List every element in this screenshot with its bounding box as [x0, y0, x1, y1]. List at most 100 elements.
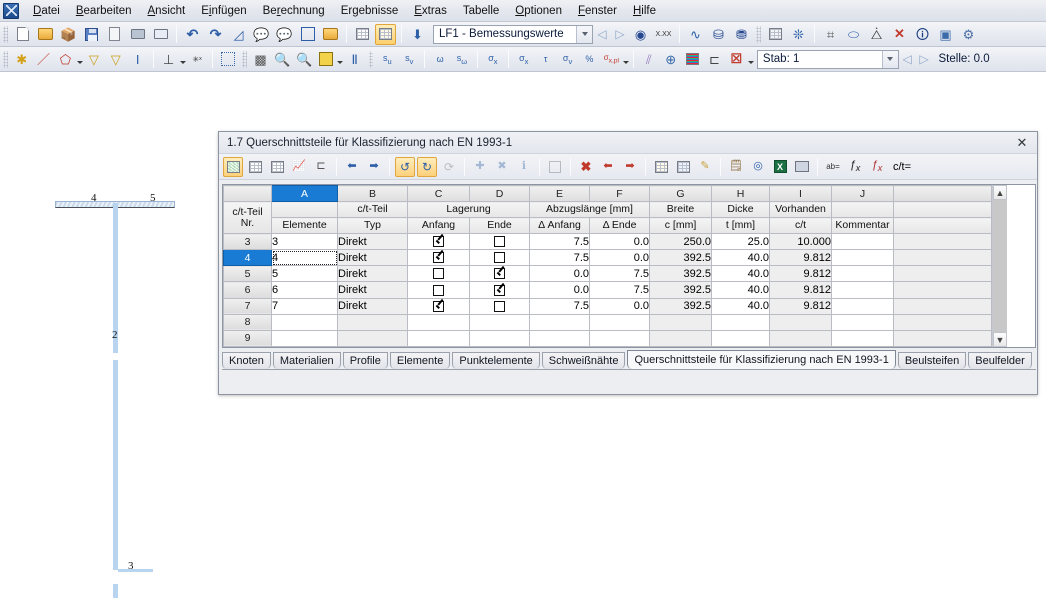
ct-equals-icon[interactable]: c/t=	[889, 157, 915, 177]
chevron-down-icon[interactable]	[576, 25, 592, 43]
scroll-track[interactable]	[993, 200, 1007, 332]
function-icon[interactable]: ƒx	[845, 157, 865, 177]
cell-elemente[interactable]	[271, 313, 338, 331]
column-letter-B[interactable]: B	[337, 185, 408, 202]
sigma-x-2-icon[interactable]: σx	[514, 49, 534, 70]
cell-dicke[interactable]	[711, 329, 770, 348]
cell-anfang[interactable]	[407, 281, 470, 299]
grid-snap-icon[interactable]	[765, 24, 786, 45]
toolbar-grip[interactable]	[241, 50, 247, 68]
dialog-tab-7[interactable]: Beulsteifen	[897, 352, 967, 369]
column-letter-D[interactable]: D	[469, 185, 530, 202]
clear-table-icon[interactable]	[545, 157, 565, 177]
cell-empty[interactable]	[893, 313, 992, 331]
dialog-tab-bar[interactable]: Knoten Materialien Profile Elemente Punktele…	[222, 350, 1036, 370]
ruler-icon[interactable]: ⫽	[639, 49, 659, 70]
cell-delta-anfang[interactable]: 0.0	[529, 265, 590, 283]
properties-icon[interactable]: 🗒	[726, 157, 746, 177]
toolbar-grip[interactable]	[368, 50, 374, 68]
chevron-down-icon[interactable]	[881, 50, 898, 68]
comment-red-icon[interactable]: 💬	[274, 24, 295, 45]
dialog-tab-1[interactable]: Materialien	[272, 352, 341, 369]
units-icon[interactable]: ab=	[823, 157, 843, 177]
cell-delta-ende[interactable]: 0.0	[589, 297, 650, 315]
cell-typ[interactable]: Direkt	[337, 281, 408, 299]
open-package-icon[interactable]: 📦	[58, 24, 79, 45]
column-letter-C[interactable]: C	[407, 185, 470, 202]
cell-delta-anfang[interactable]: 7.5	[529, 297, 590, 315]
row-header-7[interactable]: 7	[223, 297, 272, 315]
row-header-8[interactable]: 8	[223, 313, 272, 331]
delete-red-icon[interactable]: ✖	[576, 157, 596, 177]
omega-icon[interactable]: ω	[430, 49, 450, 70]
column-letter-I[interactable]: I	[769, 185, 832, 202]
cell-anfang[interactable]	[407, 232, 470, 251]
cell-typ[interactable]: Direkt	[337, 265, 408, 283]
row-header-3[interactable]: 3	[223, 232, 272, 251]
node-new-icon[interactable]: ✱	[12, 49, 32, 70]
checkbox-ende[interactable]	[494, 236, 505, 248]
legend-icon[interactable]	[683, 49, 703, 70]
settings-gears-icon[interactable]: ⚙	[958, 24, 979, 45]
table-vertical-scrollbar[interactable]: ▲ ▼	[992, 185, 1007, 347]
cell-typ[interactable]	[337, 329, 408, 348]
tau-icon[interactable]: τ	[536, 49, 556, 70]
cell-kommentar[interactable]	[831, 329, 894, 348]
cell-elemente[interactable]: 3	[271, 232, 338, 251]
insert-column-icon[interactable]	[267, 157, 287, 177]
redo-icon[interactable]: ↷	[205, 24, 226, 45]
cell-delta-ende[interactable]: 7.5	[589, 281, 650, 299]
cell-ct[interactable]: 10.000	[769, 232, 832, 251]
member-combobox[interactable]: Stab: 1	[756, 49, 899, 69]
menu-item-bearbeiten[interactable]: Bearbeiten	[68, 3, 140, 19]
delete-right-icon[interactable]: ➡	[620, 157, 640, 177]
section-icon[interactable]: Ⅱ	[345, 49, 365, 70]
cell-breite[interactable]: 392.5	[649, 265, 712, 283]
loadcase-next-icon[interactable]: ▷	[611, 24, 629, 44]
cell-delta-ende[interactable]	[589, 329, 650, 348]
location-field[interactable]: Stelle: 0.0	[933, 50, 1046, 69]
table-row[interactable]: 4 4 Direkt 7.5 0.0 392.5 40.0 9.812	[223, 249, 992, 267]
member-prev-icon[interactable]: ◁	[899, 49, 916, 69]
su-icon[interactable]: su	[377, 49, 397, 70]
chevron-down-icon[interactable]	[76, 50, 83, 68]
photo-icon[interactable]: ▣	[935, 24, 956, 45]
table-row[interactable]: 6 6 Direkt 0.0 7.5 392.5 40.0 9.812	[223, 281, 992, 299]
render-solid-icon[interactable]: ▩	[251, 49, 271, 70]
support-reaction-icon[interactable]: ⛁	[708, 24, 729, 45]
table-rows-icon[interactable]	[673, 157, 693, 177]
cell-dicke[interactable]: 40.0	[711, 249, 770, 267]
cell-ende[interactable]	[469, 232, 530, 251]
excel-export-icon[interactable]: X	[770, 157, 790, 177]
calculator-icon[interactable]	[792, 157, 812, 177]
menu-item-hilfe[interactable]: Hilfe	[625, 3, 664, 19]
cross-icon[interactable]: ✕	[889, 24, 910, 45]
table-grid-icon[interactable]	[375, 23, 396, 45]
render-icon[interactable]: ◿	[228, 24, 249, 45]
table-columns-icon[interactable]	[651, 157, 671, 177]
column-letter-F[interactable]: F	[589, 185, 650, 202]
table-row[interactable]: 7 7 Direkt 7.5 0.0 392.5 40.0 9.812	[223, 297, 992, 315]
menu-item-berechnung[interactable]: Berechnung	[255, 3, 333, 19]
loadcase-combobox[interactable]: LF1 - Bemessungswerte	[433, 24, 593, 44]
toolbar-grip[interactable]	[756, 25, 761, 43]
checkbox-anfang[interactable]	[433, 300, 444, 312]
sv-icon[interactable]: sv	[399, 49, 419, 70]
column-letter-A[interactable]: A	[271, 185, 338, 202]
row-header-6[interactable]: 6	[223, 281, 272, 299]
column-letter-J[interactable]: J	[831, 185, 894, 202]
polygon-new-icon[interactable]: ⬠	[55, 49, 75, 70]
cell-anfang[interactable]	[407, 249, 470, 267]
prev-table-icon[interactable]: ⬅	[342, 157, 362, 177]
menu-item-ansicht[interactable]: Ansicht	[140, 3, 194, 19]
select-window-icon[interactable]	[218, 49, 238, 70]
table-row[interactable]: 8	[223, 313, 992, 331]
menu-item-tabelle[interactable]: Tabelle	[455, 3, 507, 19]
cell-elemente[interactable]: 6	[271, 281, 338, 299]
checkbox-anfang[interactable]	[433, 252, 444, 264]
object-snap-icon[interactable]: ⌗	[820, 24, 841, 45]
cell-elemente[interactable]: 5	[271, 265, 338, 283]
cell-ende[interactable]	[469, 265, 530, 283]
support-reaction-2-icon[interactable]: ⛃	[731, 24, 752, 45]
sigma-x-icon[interactable]: σx	[483, 49, 503, 70]
